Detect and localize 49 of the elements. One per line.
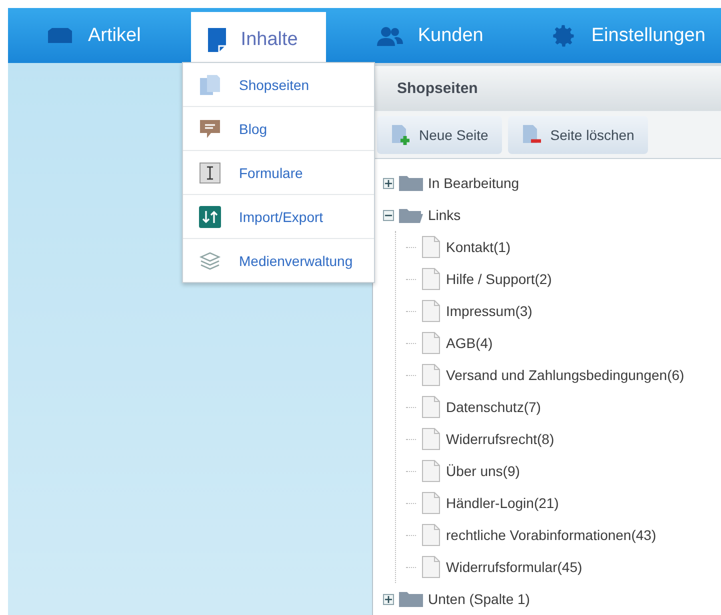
page-icon [422,332,440,354]
page-label[interactable]: Hilfe / Support(2) [446,271,552,287]
menu-item[interactable]: Formulare [183,151,374,195]
page-label[interactable]: rechtliche Vorabinformationen(43) [446,527,656,543]
page-label[interactable]: Versand und Zahlungsbedingungen(6) [446,367,684,383]
page-label[interactable]: Über uns(9) [446,463,520,479]
users-icon [376,26,404,46]
expand-toggle[interactable] [383,178,394,188]
page-label[interactable]: Impressum(3) [446,303,532,319]
delete-page-icon [522,124,542,146]
comment-icon [199,118,221,140]
folder-icon [398,174,424,192]
folder-icon [398,206,424,224]
collapse-toggle[interactable] [383,210,394,220]
folder-label[interactable]: In Bearbeitung [428,175,520,191]
pages-icon [199,74,221,96]
panel-title: Shopseiten [373,63,721,112]
page-icon [422,492,440,514]
menu-item[interactable]: Import/Export [183,195,374,239]
page-icon [422,364,440,386]
page-icon [422,460,440,482]
layers-icon [199,250,221,270]
page-icon [206,26,227,52]
import-export-icon [199,206,221,228]
page-icon [422,396,440,418]
folder-icon [398,590,424,608]
text-field-icon [199,162,221,184]
page-label[interactable]: Datenschutz(7) [446,399,541,415]
folder-label[interactable]: Links [428,207,461,223]
page-label[interactable]: Widerrufsrecht(8) [446,431,554,447]
page-icon [422,236,440,258]
menu-item[interactable]: Blog [183,107,374,151]
menu-item[interactable]: Shopseiten [183,63,374,107]
expand-toggle[interactable] [383,594,394,604]
page-icon [422,556,440,578]
page-label[interactable]: AGB(4) [446,335,493,351]
delete-page-button[interactable]: Seite löschen [508,116,648,154]
page-label[interactable]: Kontakt(1) [446,239,511,255]
page-label[interactable]: Widerrufsformular(45) [446,559,582,575]
page-icon [422,428,440,450]
page-icon [422,300,440,322]
add-page-icon [391,124,411,146]
new-page-button[interactable]: Neue Seite [377,116,502,154]
tray-icon [46,26,74,44]
menu-item[interactable]: Medienverwaltung [183,239,374,282]
folder-label[interactable]: Unten (Spalte 1) [428,591,530,607]
page-icon [422,524,440,546]
page-label[interactable]: Händler-Login(21) [446,495,559,511]
page-icon [422,268,440,290]
